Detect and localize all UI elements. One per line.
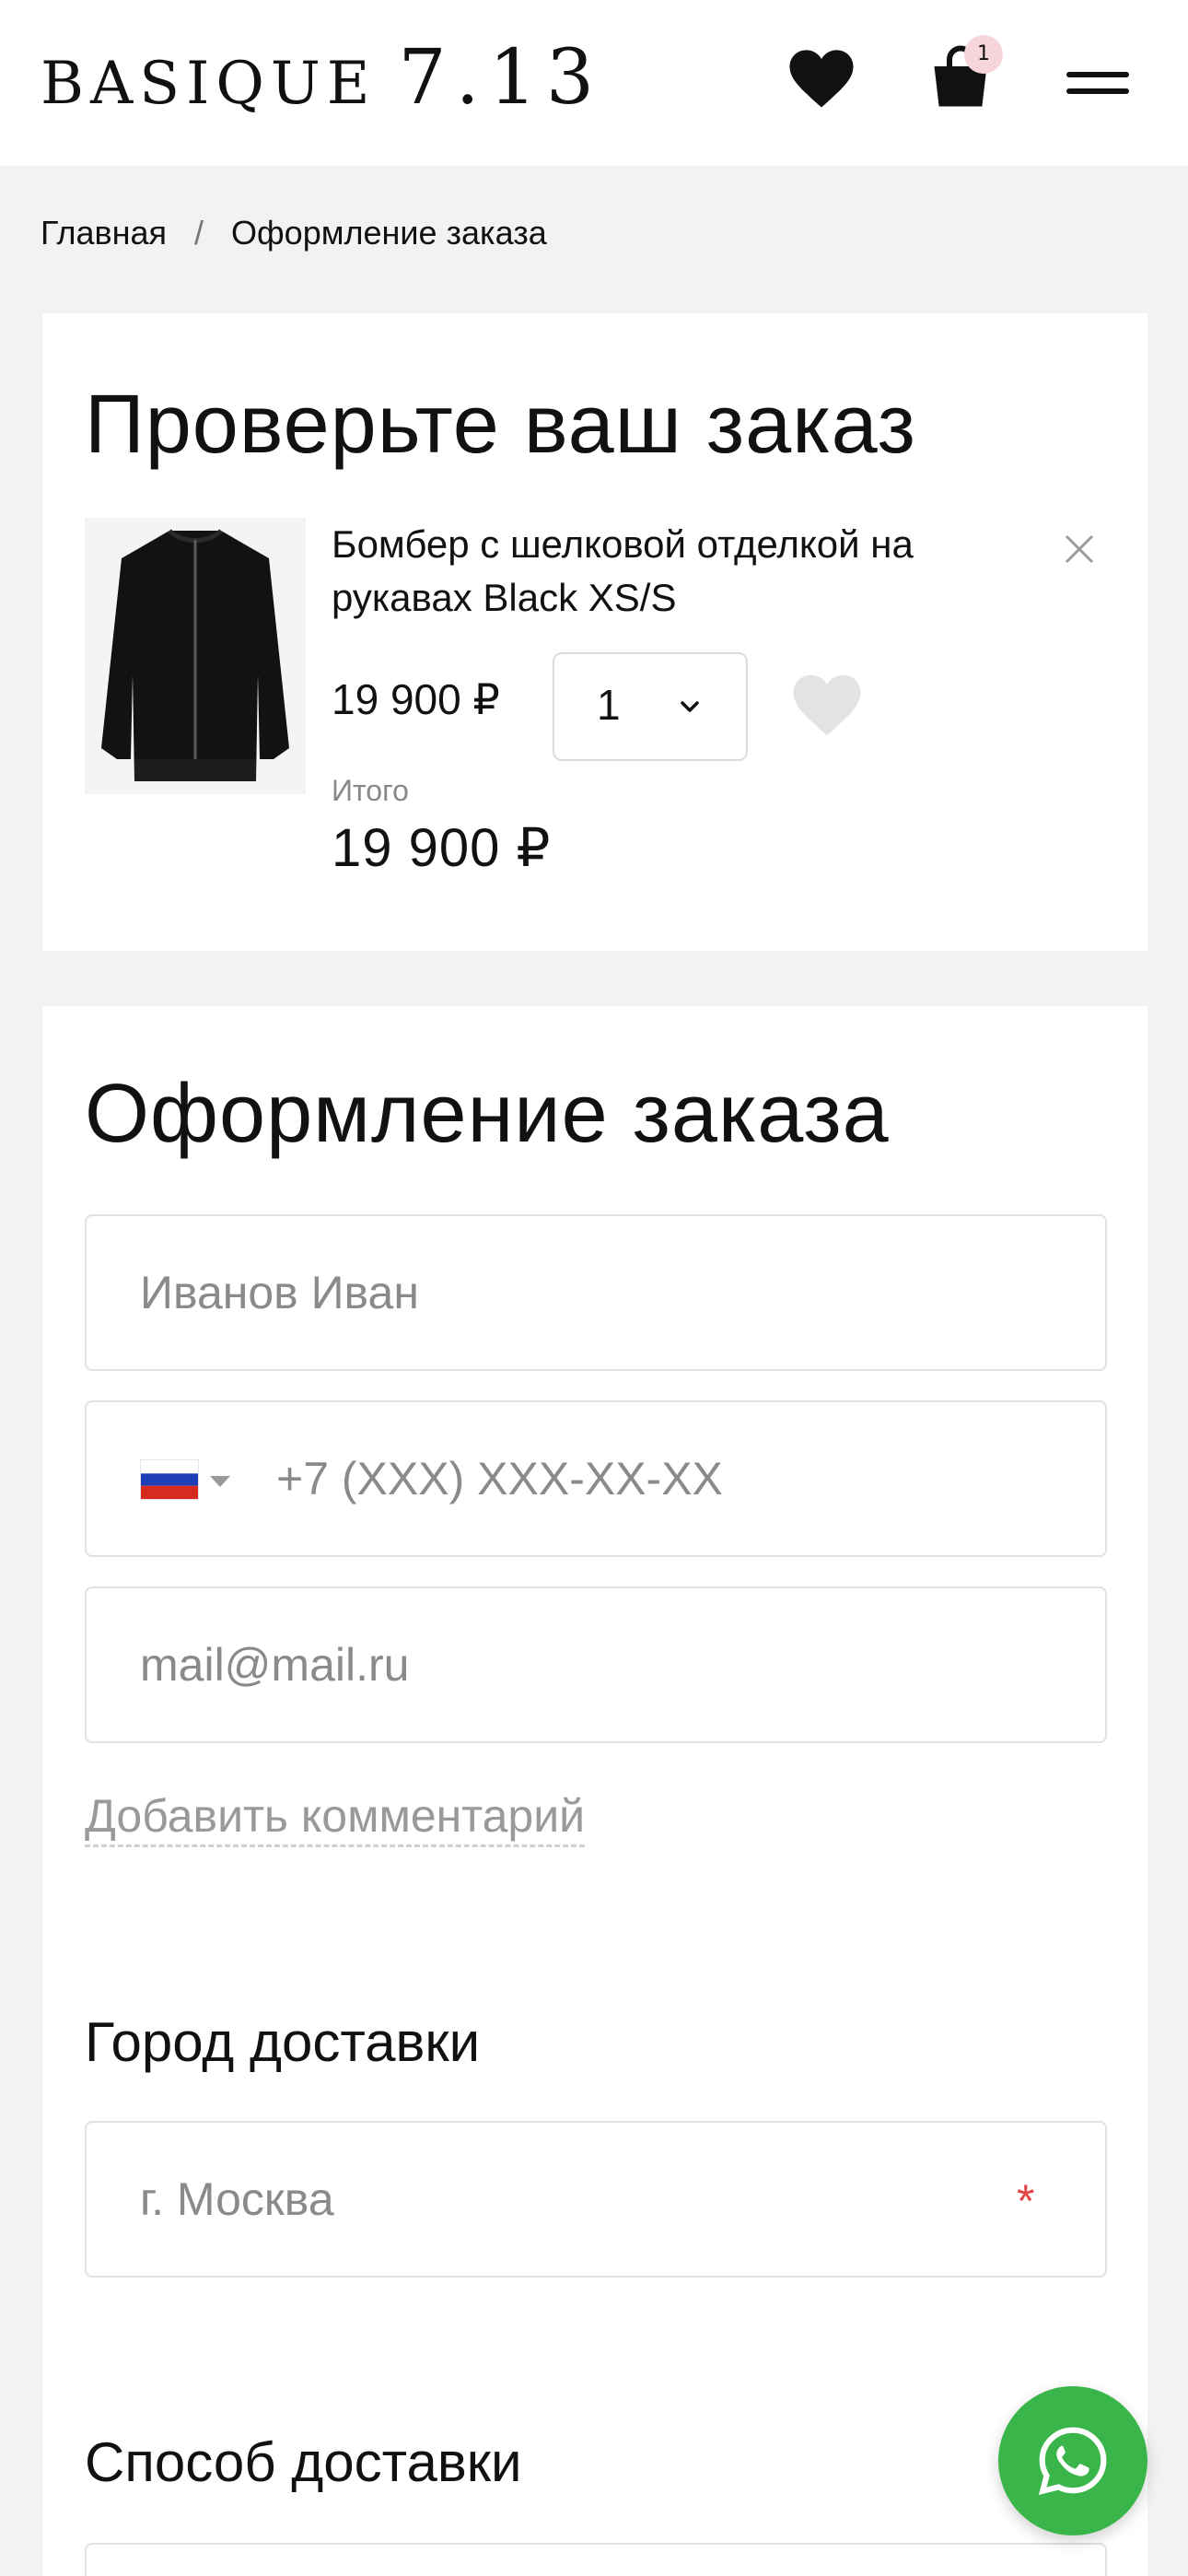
phone-field: [85, 1400, 1107, 1557]
required-mark: *: [1017, 2175, 1035, 2227]
breadcrumb-current: Оформление заказа: [231, 214, 547, 252]
checkout-card: Оформление заказа Добавить комментарий Г…: [42, 1006, 1147, 2576]
bomber-jacket-image: [85, 518, 306, 794]
city-input[interactable]: [140, 2123, 1024, 2276]
order-review-card: Проверьте ваш заказ Бомбер с шелковой от…: [42, 313, 1147, 951]
product-price: 19 900 ₽: [332, 675, 500, 723]
name-input[interactable]: [140, 1216, 1024, 1369]
logo-word: BASIQUE: [41, 50, 377, 118]
city-field: *: [85, 2121, 1107, 2277]
logo-number: 7.13: [398, 34, 604, 122]
close-icon[interactable]: [1061, 531, 1098, 568]
heart-icon[interactable]: [787, 48, 856, 109]
phone-input[interactable]: [276, 1402, 1068, 1555]
quantity-value: 1: [597, 681, 621, 729]
caret-down-icon[interactable]: [210, 1476, 230, 1489]
city-heading: Город доставки: [85, 2011, 481, 2073]
name-field: [85, 1214, 1107, 1371]
header: BASIQUE 7.13 1: [0, 0, 1188, 166]
breadcrumb-separator: /: [194, 214, 204, 252]
add-to-favorites-heart-icon[interactable]: [792, 673, 862, 737]
email-field: [85, 1587, 1107, 1743]
breadcrumb-home[interactable]: Главная: [41, 214, 167, 252]
checkout-title: Оформление заказа: [85, 1068, 890, 1160]
russia-flag-icon[interactable]: [140, 1459, 199, 1500]
total-value: 19 900 ₽: [332, 818, 552, 878]
menu-icon[interactable]: [1066, 70, 1129, 98]
whatsapp-button[interactable]: [998, 2386, 1147, 2535]
breadcrumb: Главная / Оформление заказа: [41, 214, 547, 252]
email-input[interactable]: [140, 1588, 1024, 1741]
chevron-down-icon: [681, 701, 699, 712]
whatsapp-icon: [1038, 2427, 1107, 2496]
quantity-select[interactable]: 1: [553, 652, 748, 761]
logo[interactable]: BASIQUE 7.13: [41, 37, 603, 125]
product-image[interactable]: [85, 518, 306, 794]
delivery-method-field[interactable]: [85, 2543, 1107, 2576]
total-label: Итого: [332, 774, 409, 807]
add-comment-link[interactable]: Добавить комментарий: [85, 1789, 586, 1847]
cart-count-badge: 1: [964, 35, 1003, 74]
delivery-method-heading: Способ доставки: [85, 2431, 522, 2493]
review-title: Проверьте ваш заказ: [85, 379, 916, 471]
product-name[interactable]: Бомбер с шелковой отделкой на рукавах Bl…: [332, 518, 1013, 625]
